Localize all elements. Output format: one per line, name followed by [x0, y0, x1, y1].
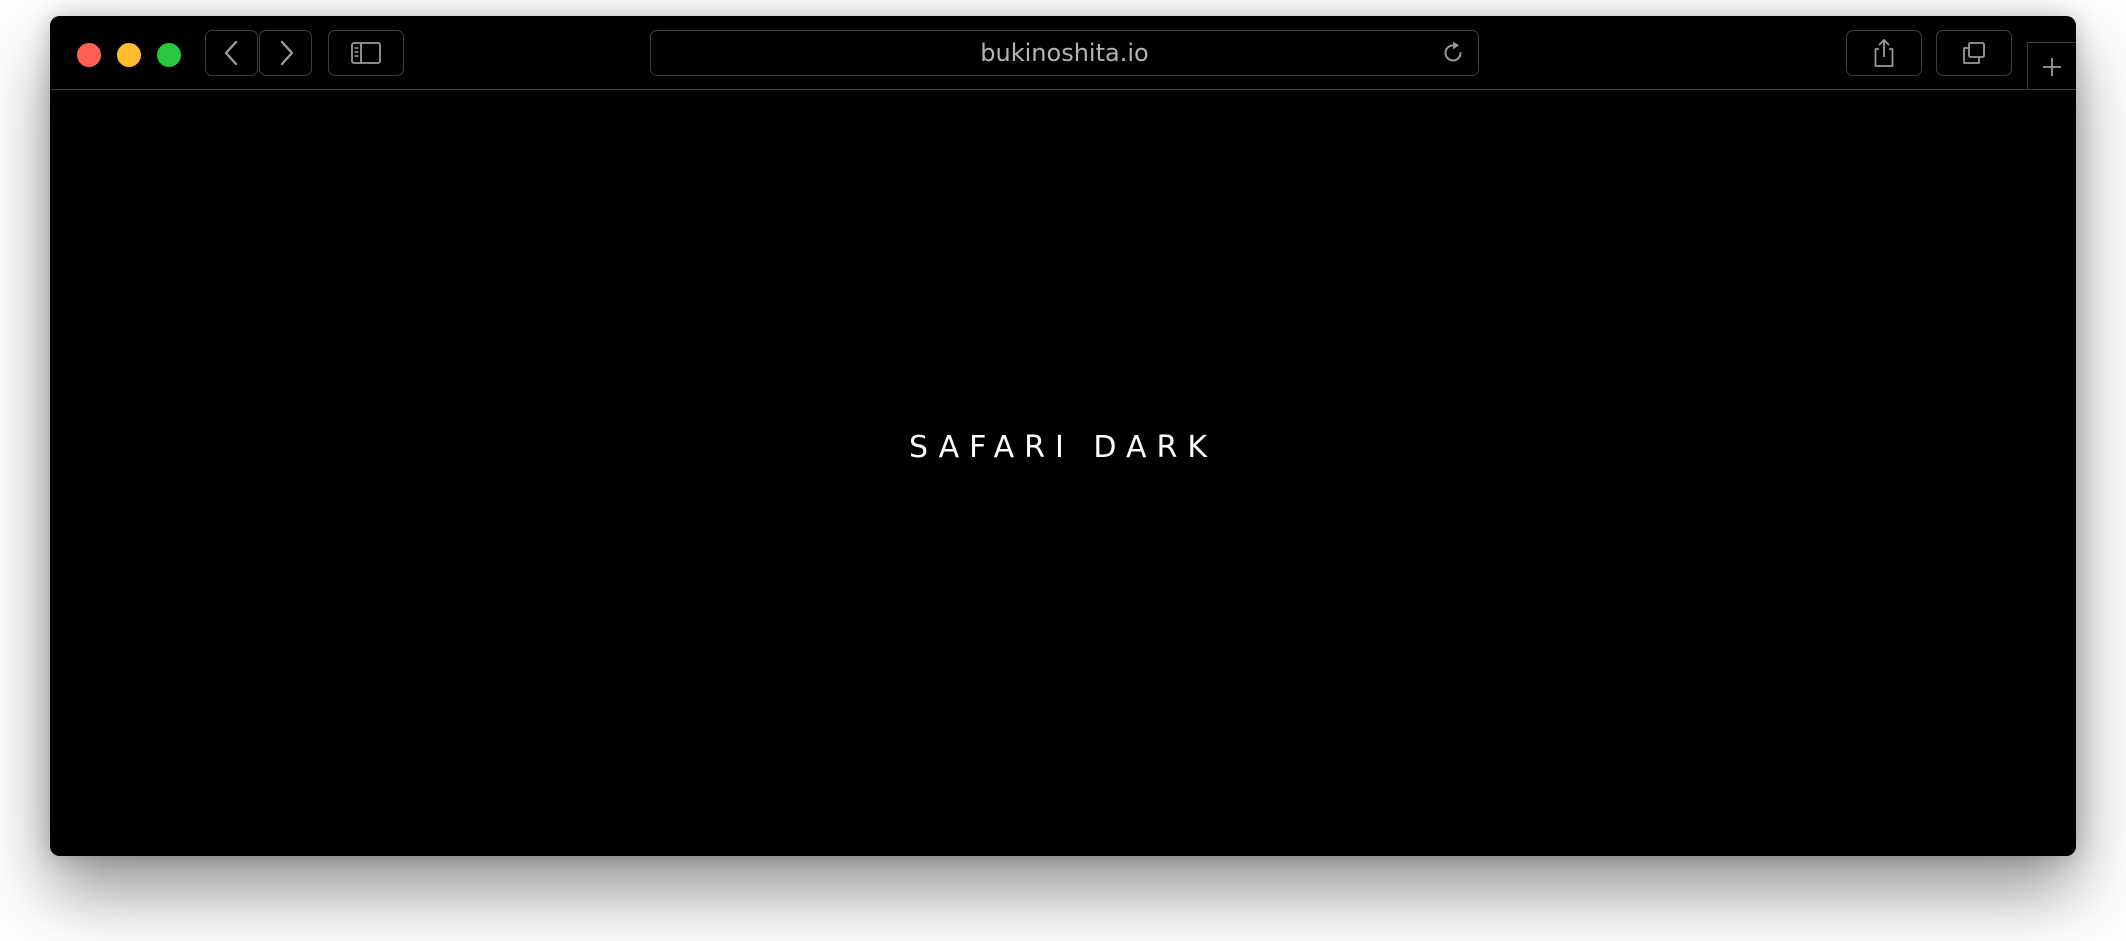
zoom-window-button[interactable]	[157, 43, 181, 67]
address-bar[interactable]: bukinoshita.io	[650, 30, 1479, 76]
back-button[interactable]	[205, 30, 258, 76]
browser-window: bukinoshita.io SAFARI DARK	[50, 16, 2076, 856]
plus-icon	[2043, 57, 2061, 76]
sidebar-icon	[351, 42, 381, 64]
tabs-overview-button[interactable]	[1936, 30, 2012, 76]
chevron-right-icon	[280, 40, 293, 66]
share-button[interactable]	[1846, 30, 1922, 76]
url-text[interactable]: bukinoshita.io	[651, 31, 1478, 75]
forward-button[interactable]	[259, 30, 312, 76]
close-window-button[interactable]	[77, 43, 101, 67]
sidebar-button[interactable]	[328, 30, 404, 76]
page-headline: SAFARI DARK	[909, 430, 1217, 465]
new-tab-button[interactable]	[2027, 42, 2076, 90]
page-content: SAFARI DARK	[50, 90, 2076, 856]
share-icon	[1874, 39, 1894, 67]
tabs-overview-icon	[1963, 42, 1985, 64]
browser-toolbar: bukinoshita.io	[50, 16, 2076, 90]
minimize-window-button[interactable]	[117, 43, 141, 67]
reload-icon[interactable]	[1440, 40, 1466, 66]
chevron-left-icon	[224, 40, 237, 66]
